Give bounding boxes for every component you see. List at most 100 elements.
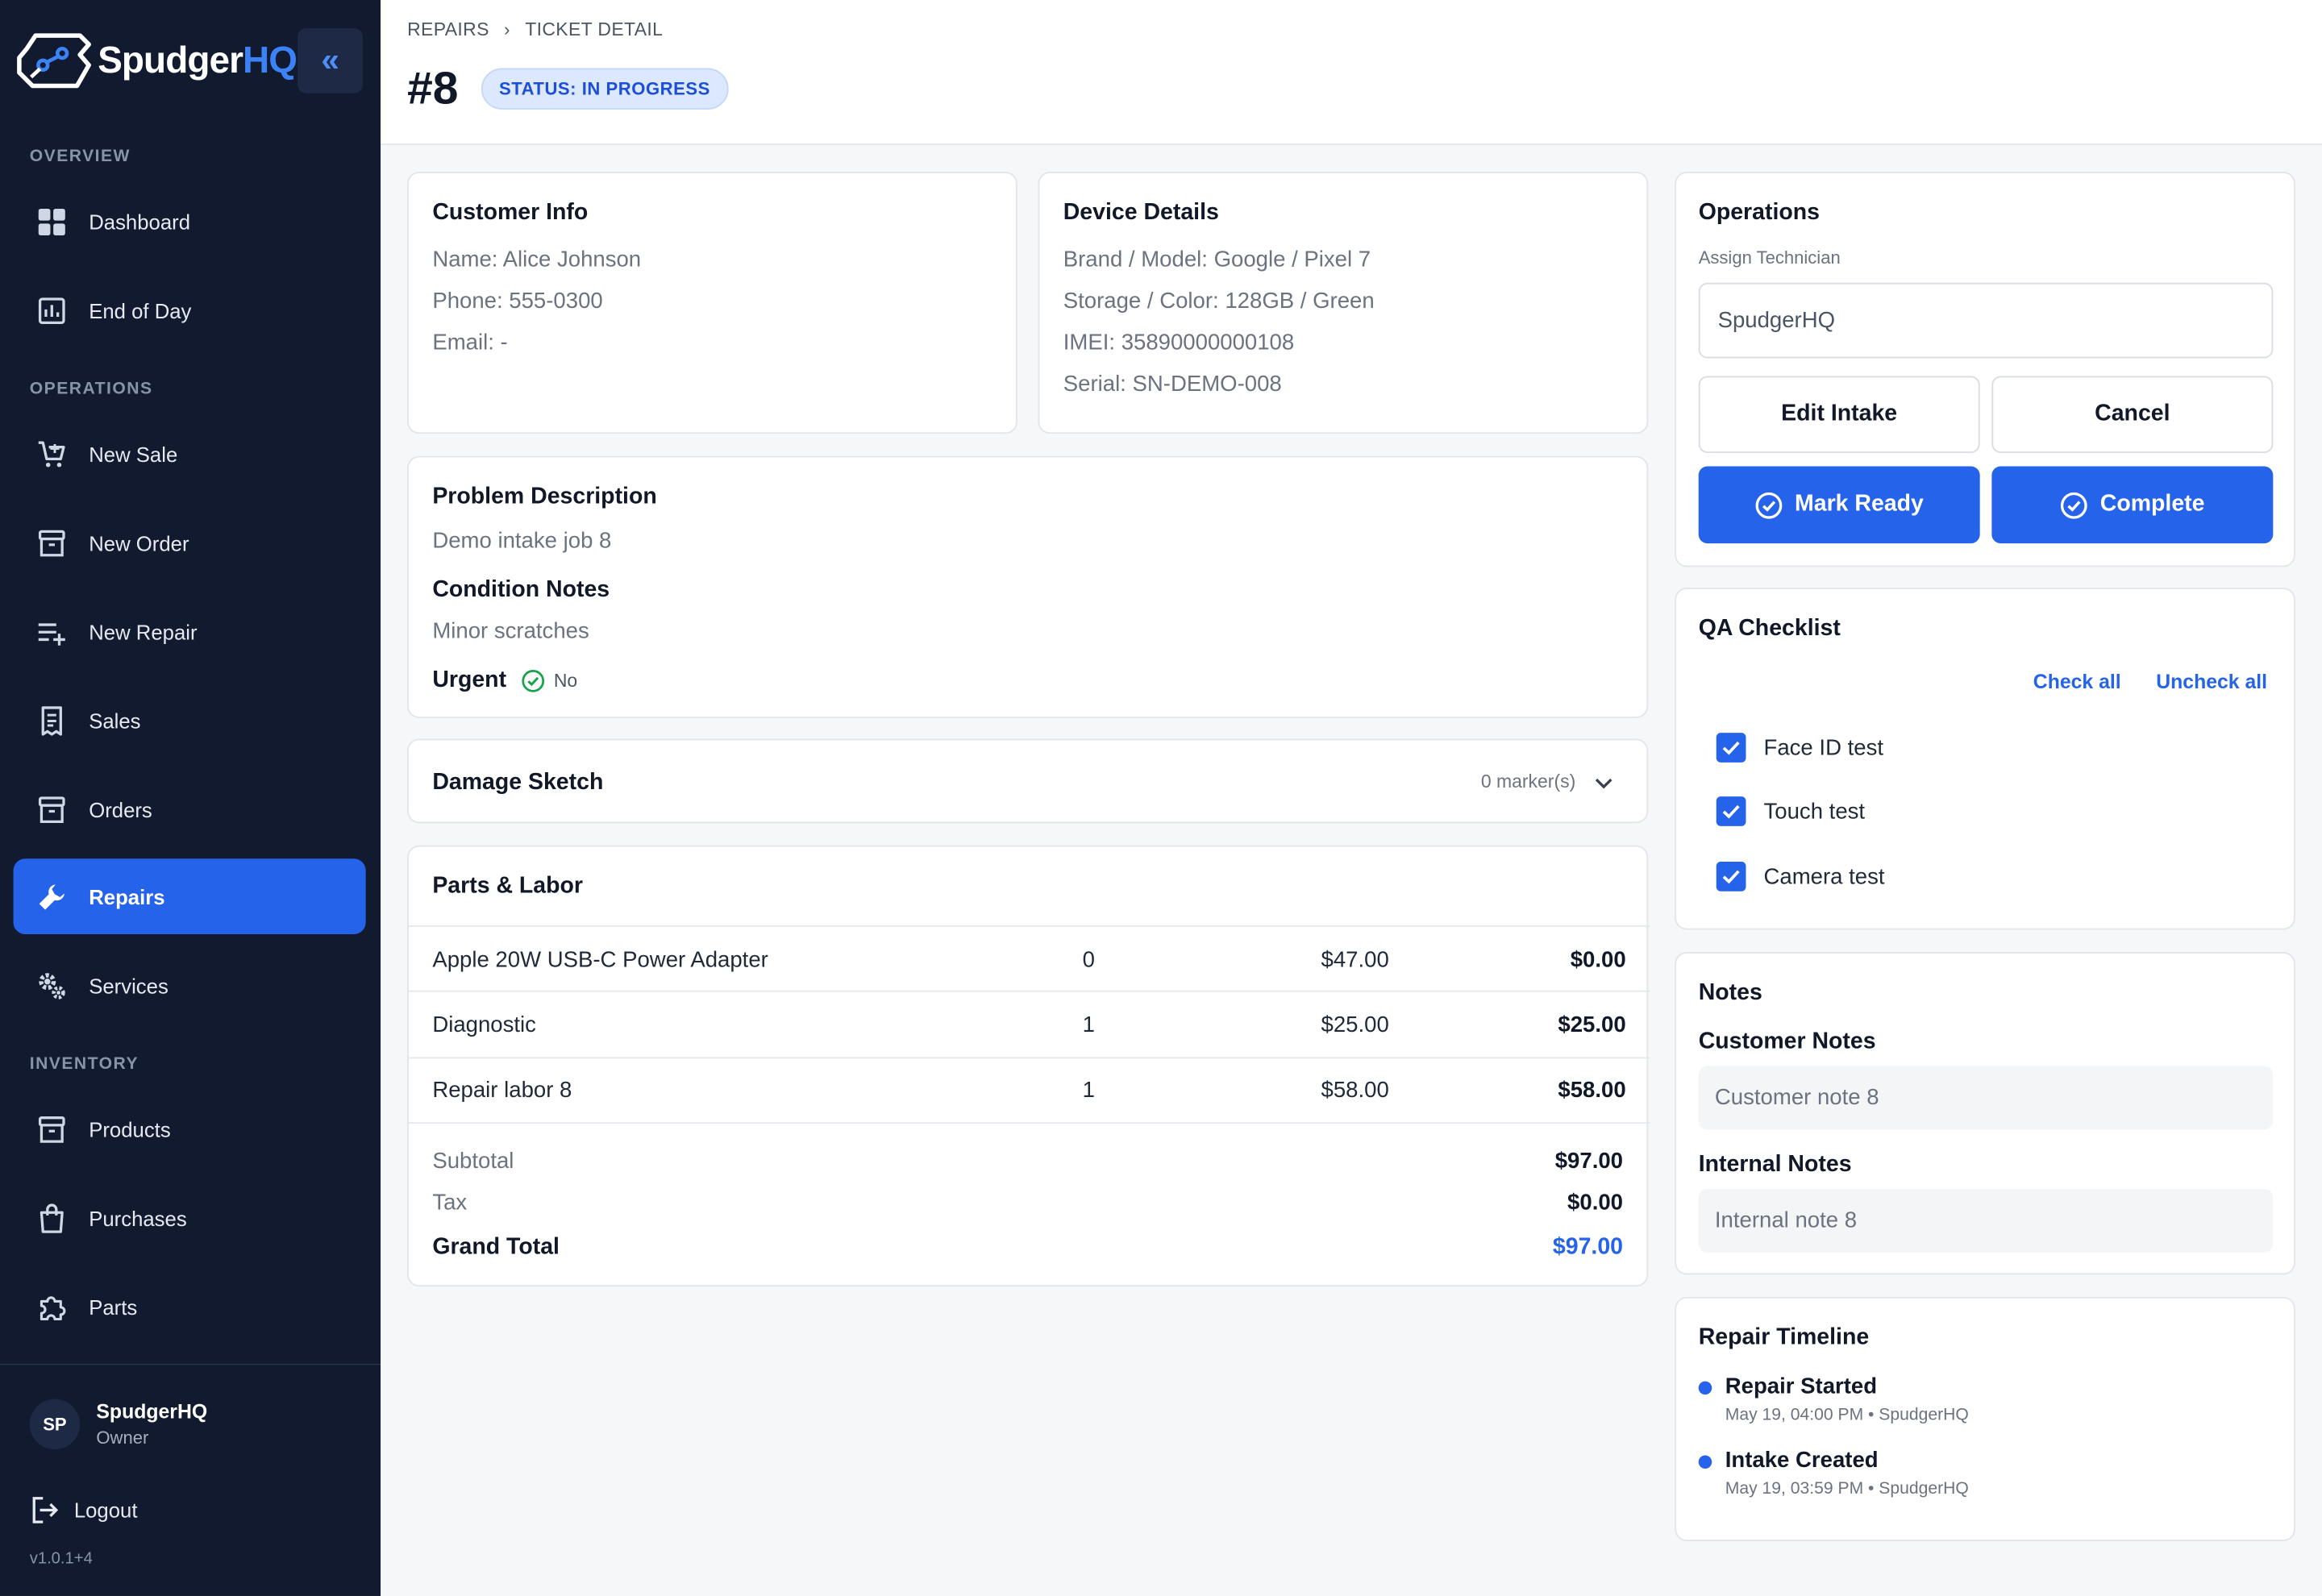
part-price: $47.00 [1321,946,1389,972]
logout-button[interactable]: Logout [30,1495,138,1525]
sidebar-item-label: End of Day [89,298,192,322]
notes-title: Notes [1698,979,1762,1006]
brand-name-accent: HQ [243,39,298,81]
customer-phone: Phone: 555-0300 [432,289,603,314]
qa-item-face-id[interactable]: Face ID test [1716,733,1883,763]
sidebar-item-label: New Repair [89,619,198,644]
table-row[interactable]: Apple 20W USB-C Power Adapter 0 $47.00 $… [408,925,1650,992]
cancel-button[interactable]: Cancel [1991,376,2274,454]
qa-item-camera[interactable]: Camera test [1716,861,1885,892]
app-version: v1.0.1+4 [29,1550,93,1569]
subtotal-value: $97.00 [1554,1149,1624,1174]
part-name: Apple 20W USB-C Power Adapter [432,946,768,972]
device-imei: IMEI: 35890000000108 [1063,330,1295,355]
complete-button[interactable]: Complete [1991,466,2274,544]
assign-technician-input[interactable]: SpudgerHQ [1698,282,2274,359]
checkmark-icon [1722,804,1740,819]
grand-total-value: $97.00 [1552,1234,1624,1261]
qa-checklist-card: QA Checklist Check all Uncheck all Face … [1675,588,2295,930]
breadcrumb-repairs[interactable]: REPAIRS [407,19,489,40]
mark-ready-button[interactable]: Mark Ready [1698,466,1980,544]
sidebar-item-end-of-day[interactable]: End of Day [14,272,366,348]
urgent-value: No [553,671,578,692]
sidebar-item-orders[interactable]: Orders [14,771,366,847]
brand-logo[interactable]: SpudgerHQ [15,30,298,92]
sidebar-item-services[interactable]: Services [14,947,366,1023]
parts-labor-card: Parts & Labor Apple 20W USB-C Power Adap… [407,845,1650,1287]
list-plus-icon [38,622,65,645]
sidebar-item-label: New Sale [89,442,178,466]
customer-notes-field[interactable]: Customer note 8 [1698,1066,2274,1130]
check-circle-icon [2061,491,2088,518]
device-storage: Storage / Color: 128GB / Green [1063,289,1375,314]
tax-value: $0.00 [1567,1190,1624,1216]
chevron-down-icon[interactable] [1593,773,1614,794]
checkbox-checked[interactable] [1716,796,1746,826]
table-row[interactable]: Repair labor 8 1 $58.00 $58.00 [408,1057,1650,1124]
table-row[interactable]: Diagnostic 1 $25.00 $25.00 [408,990,1650,1058]
customer-info-card: Customer Info Name: Alice Johnson Phone:… [407,172,1017,434]
sidebar-item-sales[interactable]: Sales [14,683,366,759]
grand-total-label: Grand Total [432,1234,560,1261]
logout-icon [32,1497,59,1523]
archive-box-icon [38,1116,65,1142]
complete-label: Complete [2099,491,2205,517]
sidebar-item-purchases[interactable]: Purchases [14,1180,366,1256]
part-total: $25.00 [1558,1012,1626,1037]
sidebar-item-new-repair[interactable]: New Repair [14,594,366,670]
repair-timeline-card: Repair Timeline Repair Started May 19, 0… [1675,1296,2295,1542]
shopping-bag-icon [40,1203,64,1232]
sidebar: SpudgerHQ « OVERVIEW Dashboard End of Da… [0,0,381,1596]
customer-name: Name: Alice Johnson [432,247,642,272]
internal-notes-field[interactable]: Internal note 8 [1698,1188,2274,1253]
sidebar-item-label: Purchases [89,1205,187,1230]
sidebar-item-label: New Order [89,530,189,555]
qa-item-touch[interactable]: Touch test [1716,796,1866,826]
receipt-icon [41,705,62,735]
sidebar-item-new-order[interactable]: New Order [14,505,366,580]
status-badge: STATUS: IN PROGRESS [481,68,728,110]
part-qty: 0 [1082,946,1095,972]
part-qty: 1 [1082,1078,1095,1103]
collapse-sidebar-button[interactable]: « [298,27,363,94]
sidebar-item-products[interactable]: Products [14,1091,366,1167]
sidebar-item-new-sale[interactable]: New Sale [14,416,366,492]
damage-sketch-title: Damage Sketch [432,770,604,796]
uncheck-all-button[interactable]: Uncheck all [2156,671,2267,693]
check-all-button[interactable]: Check all [2033,671,2121,693]
timeline-dot [1698,1381,1712,1395]
sidebar-item-label: Parts [89,1295,138,1319]
avatar: SP [29,1399,81,1450]
repair-timeline-title: Repair Timeline [1698,1324,1870,1351]
internal-notes-title: Internal Notes [1698,1151,1852,1178]
part-total: $58.00 [1558,1078,1626,1103]
dashboard-icon [38,208,65,235]
chevron-right-icon: › [504,19,510,40]
page-title: #8 [407,62,459,114]
edit-intake-button[interactable]: Edit Intake [1698,376,1980,454]
section-label-overview: OVERVIEW [29,148,131,166]
sidebar-item-parts[interactable]: Parts [14,1269,366,1345]
user-profile[interactable]: SP SpudgerHQ Owner [29,1399,208,1450]
checkbox-checked[interactable] [1716,861,1746,892]
damage-sketch-card[interactable]: Damage Sketch 0 marker(s) [407,738,1649,824]
qa-item-label: Touch test [1763,798,1866,825]
part-qty: 1 [1082,1012,1095,1037]
brand-name: Spudger [98,39,243,81]
breadcrumb: REPAIRS › TICKET DETAIL [407,19,663,40]
archive-box-icon [38,529,65,556]
part-name: Diagnostic [432,1012,536,1037]
sidebar-item-dashboard[interactable]: Dashboard [14,184,366,260]
parts-labor-title: Parts & Labor [432,873,583,899]
sidebar-item-label: Services [89,973,169,998]
sidebar-item-repairs[interactable]: Repairs [13,858,366,934]
checkbox-checked[interactable] [1716,733,1746,763]
part-name: Repair labor 8 [432,1078,572,1103]
user-role: Owner [96,1427,149,1448]
customer-info-title: Customer Info [432,199,589,226]
user-name: SpudgerHQ [96,1400,208,1424]
checkmark-icon [1722,870,1740,884]
qa-item-label: Camera test [1763,863,1885,889]
qa-checklist-title: QA Checklist [1698,616,1841,642]
timeline-item-title: Intake Created [1725,1448,1879,1473]
